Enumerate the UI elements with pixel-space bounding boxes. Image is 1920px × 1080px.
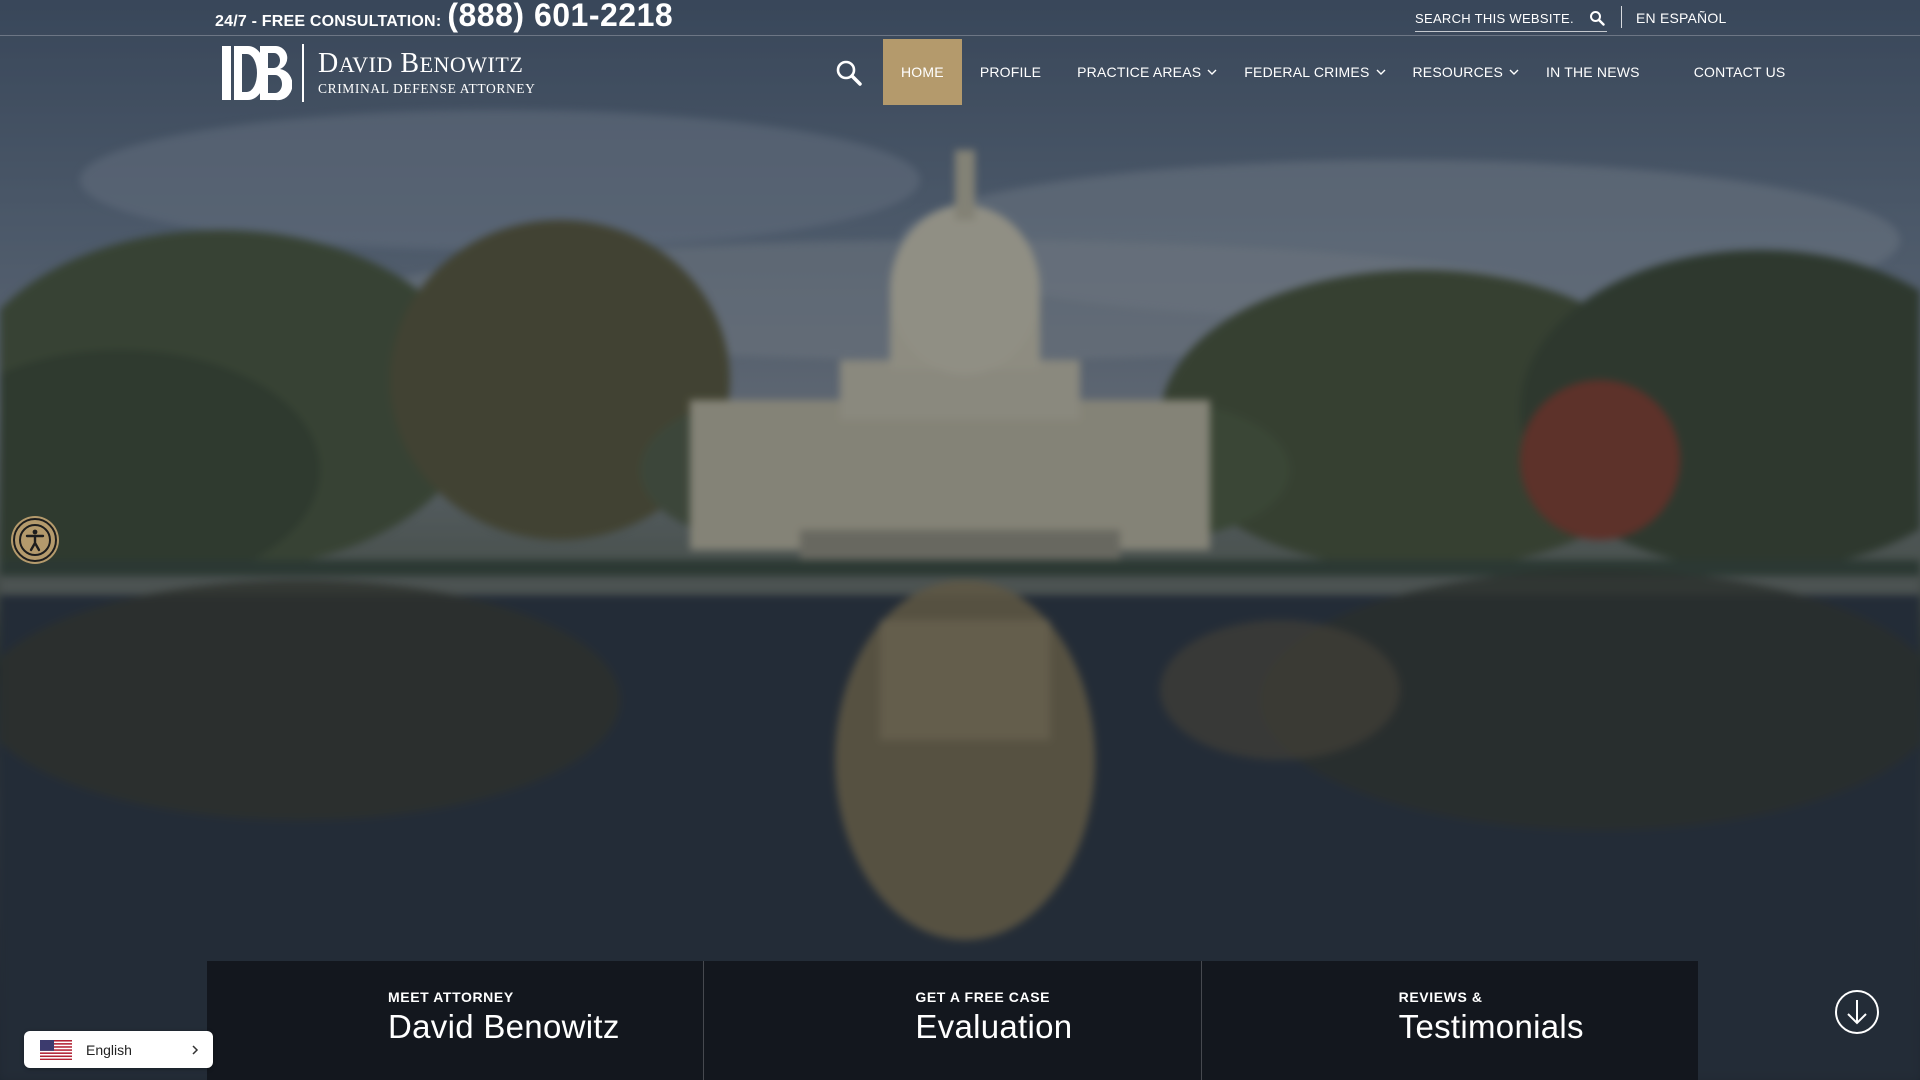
feature-kicker: REVIEWS & xyxy=(1398,989,1483,1005)
accessibility-icon xyxy=(19,524,51,556)
accessibility-button[interactable] xyxy=(13,518,57,562)
chevron-down-icon xyxy=(1376,69,1385,75)
chevron-down-icon xyxy=(1207,69,1217,75)
nav-item-practice-areas[interactable]: PRACTICE AREAS xyxy=(1059,39,1226,105)
main-navigation: HOME PROFILE PRACTICE AREAS FEDERAL CRIM… xyxy=(883,39,1803,105)
reviews-testimonials-box[interactable]: REVIEWS & Testimonials xyxy=(1201,961,1698,1080)
logo-firm-name: DAVID BENOWITZ xyxy=(318,48,524,80)
top-utility-bar: 24/7 - FREE CONSULTATION: (888) 601-2218… xyxy=(0,0,1920,36)
chevron-right-icon xyxy=(192,1044,199,1055)
consultation-contact: 24/7 - FREE CONSULTATION: (888) 601-2218 xyxy=(215,0,673,36)
consultation-label: 24/7 - FREE CONSULTATION: xyxy=(215,13,442,30)
hero-dark-overlay xyxy=(0,0,1920,1080)
nav-item-label: HOME xyxy=(901,64,944,80)
nav-item-home[interactable]: HOME xyxy=(883,39,962,105)
logo-divider xyxy=(302,44,304,102)
language-selector[interactable]: English xyxy=(24,1031,213,1068)
feature-title: David Benowitz xyxy=(388,1008,620,1045)
logo-subtitle: CRIMINAL DEFENSE ATTORNEY xyxy=(318,81,536,97)
feature-kicker: MEET ATTORNEY xyxy=(388,989,514,1005)
feature-title: Evaluation xyxy=(915,1008,1073,1045)
nav-item-label: CONTACT US xyxy=(1693,64,1786,80)
spanish-link[interactable]: EN ESPAÑOL xyxy=(1636,10,1726,26)
feature-boxes: MEET ATTORNEY David Benowitz GET A FREE … xyxy=(207,961,1698,1080)
feature-text: REVIEWS & Testimonials xyxy=(1399,989,1584,1046)
nav-item-label: RESOURCES xyxy=(1412,64,1503,80)
free-case-evaluation-box[interactable]: GET A FREE CASE Evaluation xyxy=(704,961,1202,1080)
nav-item-resources[interactable]: RESOURCES xyxy=(1395,39,1528,105)
site-logo[interactable]: DAVID BENOWITZ CRIMINAL DEFENSE ATTORNEY xyxy=(220,42,565,104)
nav-item-label: PRACTICE AREAS xyxy=(1077,64,1202,80)
feature-text: GET A FREE CASE Evaluation xyxy=(915,989,1072,1046)
nav-item-label: IN THE NEWS xyxy=(1545,64,1640,80)
nav-item-label: PROFILE xyxy=(979,64,1042,80)
nav-item-label: FEDERAL CRIMES xyxy=(1244,64,1370,80)
hero-background xyxy=(0,0,1920,1080)
feature-text: MEET ATTORNEY David Benowitz xyxy=(388,989,620,1046)
db-monogram-logo-icon xyxy=(222,46,292,101)
nav-item-contact-us[interactable]: CONTACT US xyxy=(1658,39,1804,105)
phone-number-link[interactable]: (888) 601-2218 xyxy=(447,0,673,31)
meet-attorney-box[interactable]: MEET ATTORNEY David Benowitz xyxy=(207,961,705,1080)
topbar-divider xyxy=(1621,6,1622,28)
search-icon[interactable] xyxy=(1589,10,1605,26)
site-search-form xyxy=(1415,6,1607,32)
site-search-input[interactable] xyxy=(1415,6,1575,30)
nav-item-in-the-news[interactable]: IN THE NEWS xyxy=(1528,39,1658,105)
chevron-down-icon xyxy=(1509,69,1519,75)
nav-item-federal-crimes[interactable]: FEDERAL CRIMES xyxy=(1226,39,1394,105)
language-label: English xyxy=(86,1041,132,1058)
arrow-down-circle-icon[interactable] xyxy=(1834,989,1880,1035)
nav-search-icon[interactable] xyxy=(835,59,863,87)
nav-item-profile[interactable]: PROFILE xyxy=(962,39,1059,105)
us-flag-icon xyxy=(40,1039,72,1060)
feature-title: Testimonials xyxy=(1398,1008,1584,1045)
logo-text: DAVID BENOWITZ CRIMINAL DEFENSE ATTORNEY xyxy=(318,50,536,96)
feature-kicker: GET A FREE CASE xyxy=(915,989,1051,1005)
